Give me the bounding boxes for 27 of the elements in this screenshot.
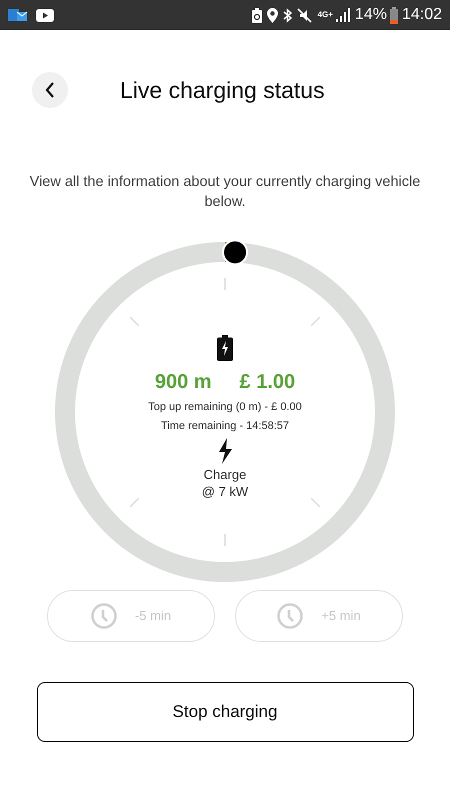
top-up-text: Top up remaining (0 m) - £ 0.00 <box>148 400 302 414</box>
slider-thumb[interactable] <box>222 240 248 266</box>
mail-app-icon <box>8 7 28 23</box>
distance-value: 900 m <box>154 370 212 394</box>
location-icon <box>266 8 278 22</box>
back-button[interactable] <box>32 72 68 108</box>
time-remaining-text: Time remaining - 14:58:57 <box>161 419 289 434</box>
battery-percent-text: 14% <box>354 5 387 25</box>
power-value: @ 7 kW <box>202 482 248 500</box>
lightning-icon <box>217 438 233 464</box>
clock-icon <box>277 603 304 629</box>
muted-icon <box>296 8 312 22</box>
signal-icon <box>336 8 350 22</box>
battery-icon <box>390 6 398 24</box>
description-text: View all the information about your currently charging vehicle below. <box>28 173 422 212</box>
battery-saver-icon <box>252 8 262 22</box>
clock-icon <box>90 603 117 629</box>
battery-charging-icon <box>217 334 233 360</box>
back-icon <box>45 82 55 98</box>
stop-charging-button[interactable]: Stop charging <box>36 682 414 742</box>
video-app-icon <box>36 8 54 22</box>
clock-text: 14:02 <box>402 5 442 25</box>
page-title: Live charging status <box>120 76 325 105</box>
charge-label: Charge <box>204 466 246 482</box>
network-type-text: 4G+ <box>318 11 333 19</box>
cost-value: £ 1.00 <box>240 370 296 394</box>
bluetooth-icon <box>282 8 292 22</box>
